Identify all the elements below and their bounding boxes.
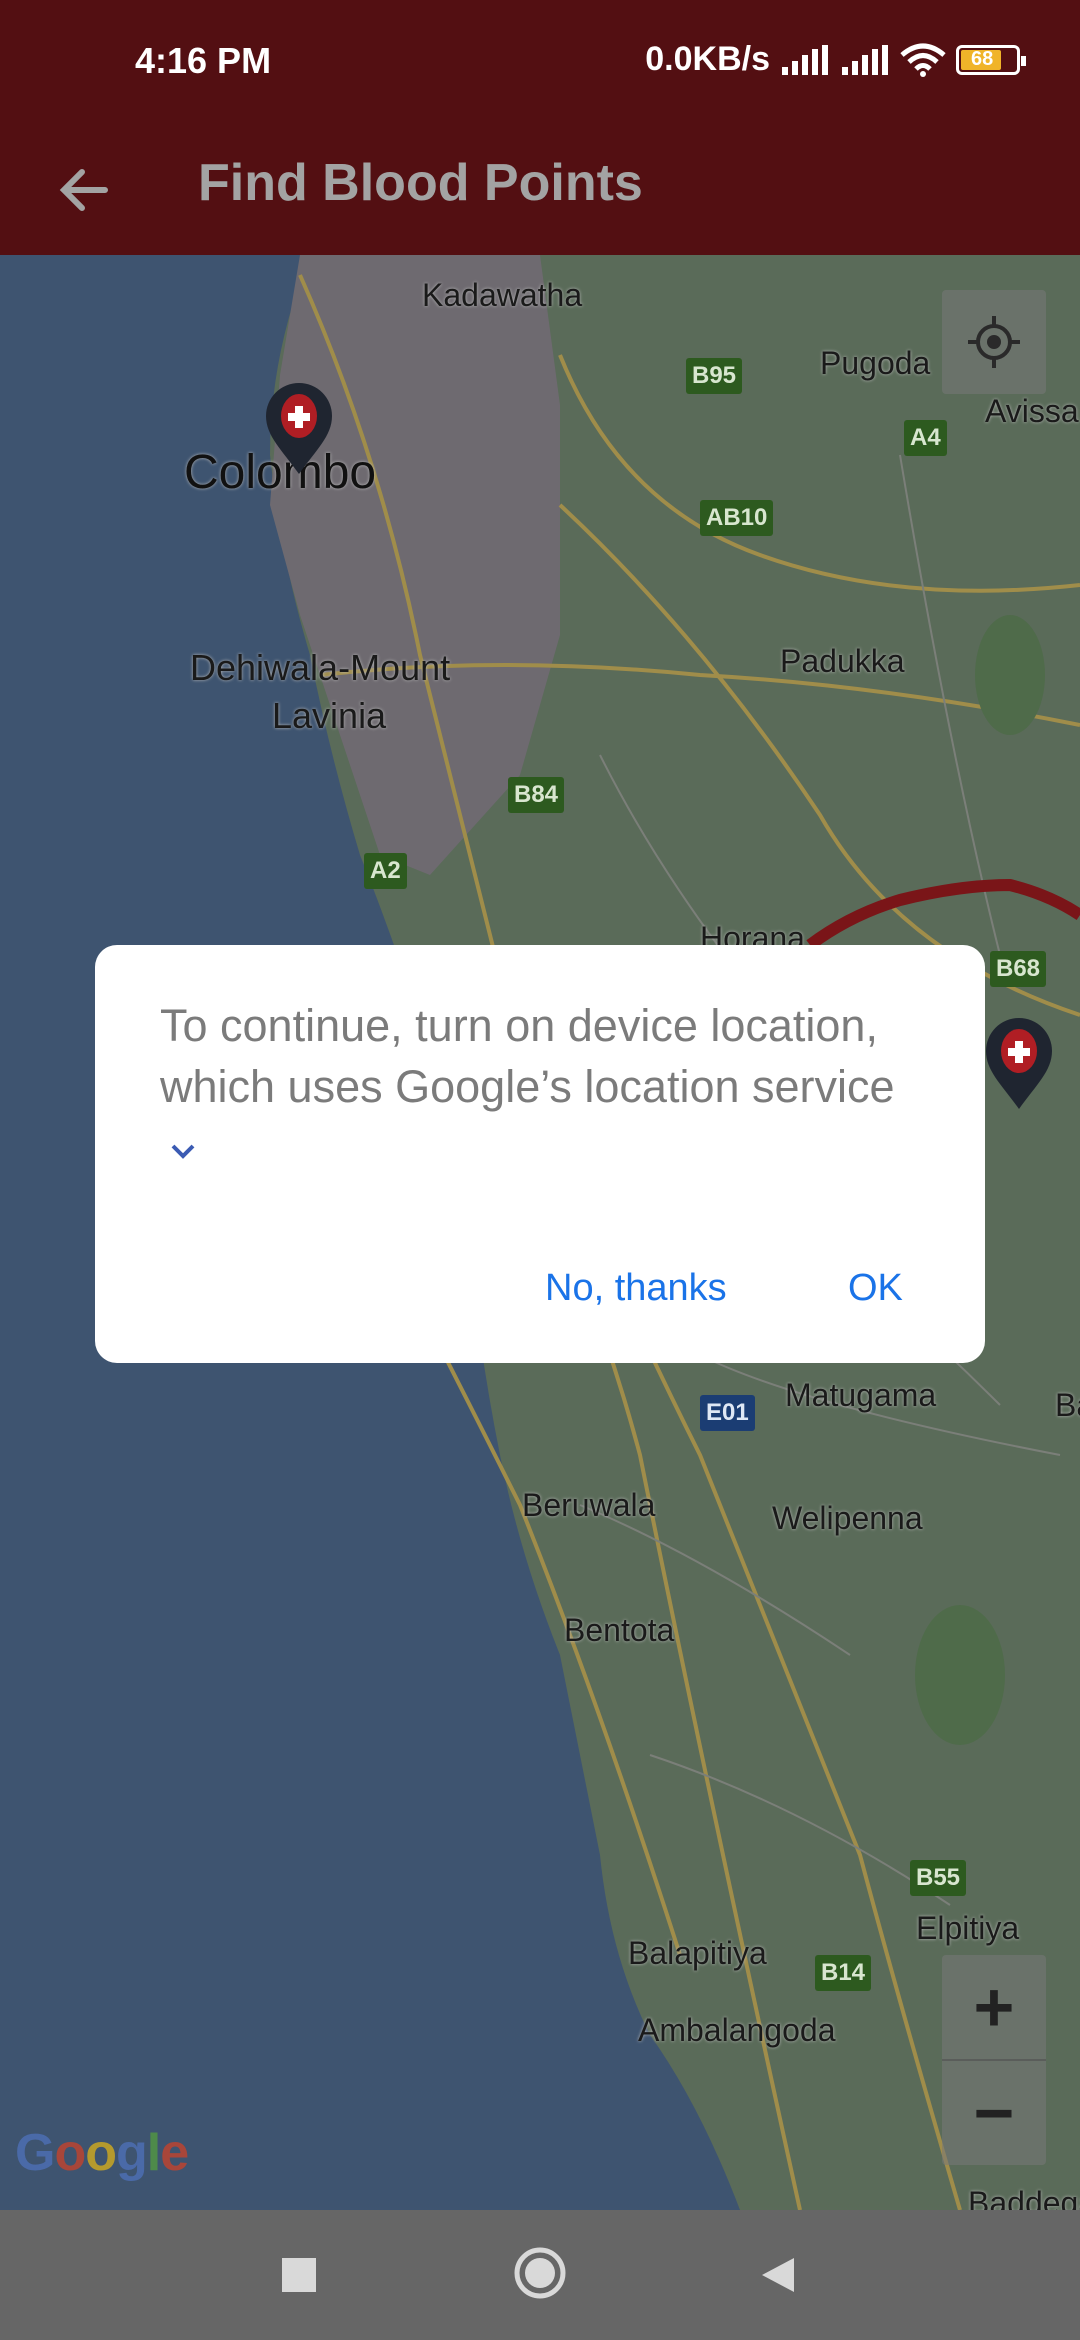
road-badge: E01 <box>700 1395 755 1431</box>
circle-icon[interactable] <box>512 2245 568 2301</box>
square-icon[interactable] <box>280 2250 320 2300</box>
map-label: Beruwala <box>522 1487 656 1523</box>
map-label: Elpitiya <box>916 1910 1020 1946</box>
google-logo: Google <box>15 2124 189 2182</box>
zoom-in-button[interactable]: + <box>942 1955 1046 2061</box>
status-time: 4:16 PM <box>135 40 272 81</box>
crosshair-icon <box>968 316 1020 368</box>
road-badge: B95 <box>686 358 743 394</box>
system-navigation-bar <box>0 2210 1080 2340</box>
wifi-icon <box>900 43 946 77</box>
map-label: Kadawatha <box>422 277 583 313</box>
status-right-group: 0.0KB/s 68 <box>645 40 1026 79</box>
map-label: Welipenna <box>772 1500 923 1536</box>
arrow-left-icon[interactable] <box>50 155 120 225</box>
signal-icon <box>782 44 828 75</box>
page-title: Find Blood Points <box>198 154 643 212</box>
map-label: Lavinia <box>272 695 387 736</box>
road-badge: B14 <box>815 1955 872 1991</box>
map-label: Dehiwala-Mount <box>190 647 451 688</box>
app-bar: Find Blood Points <box>0 125 1080 255</box>
dialog-message-text: To continue, turn on device location, wh… <box>160 1000 895 1112</box>
chevron-down-icon[interactable] <box>168 1141 198 1161</box>
map-label: Bentota <box>564 1612 675 1648</box>
no-thanks-button[interactable]: No, thanks <box>545 1267 727 1310</box>
my-location-button[interactable] <box>942 290 1046 394</box>
status-bar: 4:16 PM 0.0KB/s 68 <box>0 0 1080 125</box>
map-label: Ba <box>1055 1387 1080 1423</box>
battery-level: 68 <box>971 47 994 70</box>
blood-point-pin[interactable] <box>262 380 336 476</box>
map-label: Avissa <box>985 393 1079 429</box>
signal-icon <box>842 44 888 75</box>
road-badge: B55 <box>910 1860 967 1896</box>
map-label: Balapitiya <box>628 1935 767 1971</box>
map-label: Padukka <box>780 643 905 679</box>
triangle-back-icon[interactable] <box>756 2250 800 2300</box>
location-permission-dialog: To continue, turn on device location, wh… <box>95 945 985 1363</box>
map-label: Pugoda <box>820 345 931 381</box>
road-badge: B68 <box>990 951 1047 987</box>
road-badge: A2 <box>364 853 407 889</box>
map-label: Ambalangoda <box>638 2012 836 2048</box>
map-label: Baddegam <box>968 2185 1080 2210</box>
blood-point-pin[interactable] <box>982 1015 1056 1111</box>
ok-button[interactable]: OK <box>848 1267 903 1310</box>
battery-icon: 68 <box>956 44 1026 75</box>
map-label: Matugama <box>785 1377 937 1413</box>
network-speed: 0.0KB/s <box>645 40 770 78</box>
zoom-in-label: + <box>973 1968 1015 2046</box>
dialog-message: To continue, turn on device location, wh… <box>160 995 920 1178</box>
road-badge: AB10 <box>700 500 774 536</box>
zoom-out-label: − <box>973 2074 1015 2152</box>
road-badge: A4 <box>904 420 947 456</box>
road-badge: B84 <box>508 777 565 813</box>
zoom-out-button[interactable]: − <box>942 2061 1046 2165</box>
